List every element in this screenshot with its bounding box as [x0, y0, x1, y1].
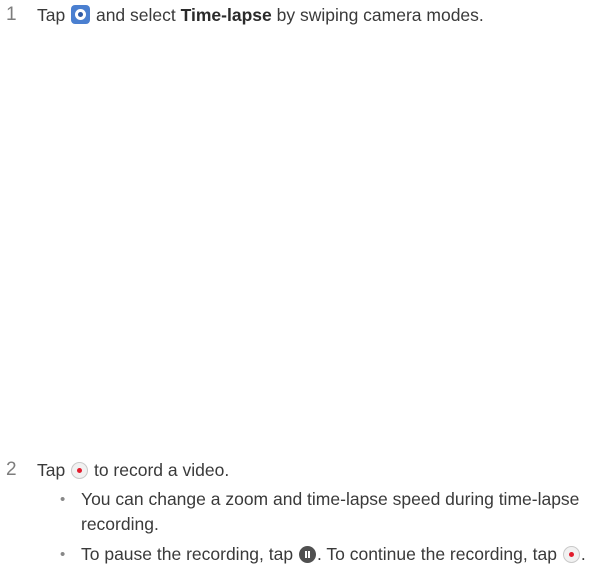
step-text-end: by swiping camera modes.	[276, 5, 484, 25]
record-icon	[71, 462, 89, 479]
step-instruction: Tap and select Time-lapse by swiping cam…	[37, 3, 484, 27]
bullet-line: You can change a zoom and time-lapse spe…	[81, 489, 580, 509]
bullet-line: recording.	[81, 514, 159, 534]
step-text-end: to record a video.	[93, 460, 230, 480]
bullet-text: To pause the recording, tap . To continu…	[81, 542, 613, 567]
step-number: 1	[6, 4, 17, 25]
record-icon	[562, 546, 580, 563]
bullet-part: To pause the recording, tap	[81, 544, 294, 564]
bullet-dot: •	[60, 546, 66, 563]
step-instruction: Tap to record a video.	[37, 458, 229, 482]
step-text-middle: and select	[95, 5, 176, 25]
mode-name: Time-lapse	[180, 5, 272, 25]
bullet-part: .	[580, 544, 586, 564]
camera-app-icon	[71, 5, 91, 24]
bullet-dot: •	[60, 491, 66, 508]
bullet-part: . To continue the recording, tap	[316, 544, 557, 564]
pause-icon	[298, 546, 316, 563]
step-text-tap: Tap	[37, 5, 66, 25]
step-number: 2	[6, 459, 17, 480]
step-text-tap: Tap	[37, 460, 66, 480]
bullet-text: You can change a zoom and time-lapse spe…	[81, 487, 613, 537]
